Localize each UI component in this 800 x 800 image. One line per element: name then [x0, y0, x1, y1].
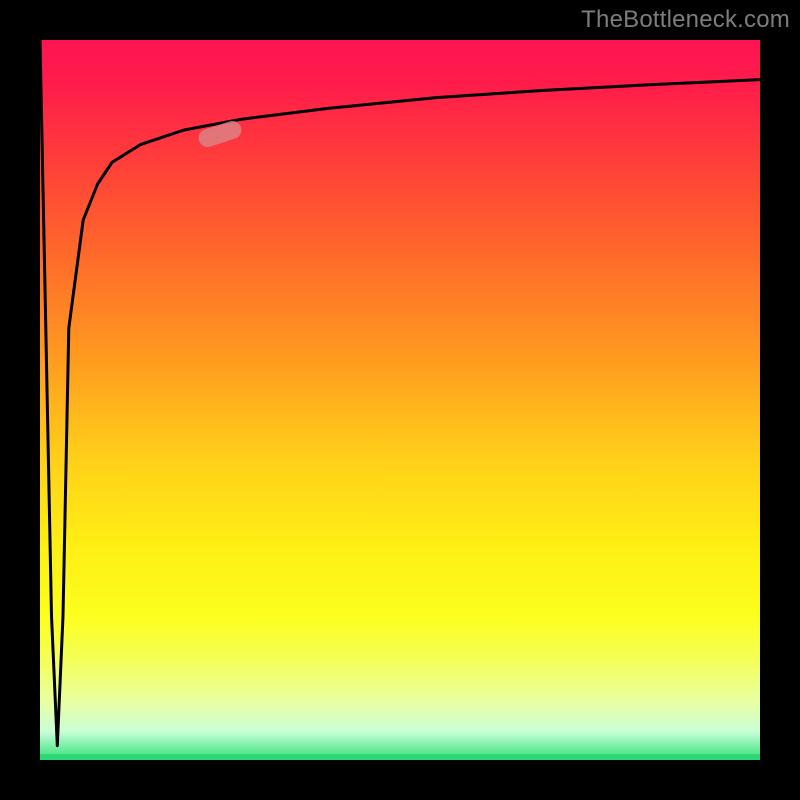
bottleneck-curve-path: [40, 40, 760, 746]
watermark-text: TheBottleneck.com: [581, 6, 790, 34]
chart-container: TheBottleneck.com: [0, 0, 800, 800]
plot-area: [40, 40, 760, 760]
curve-layer: [40, 40, 760, 760]
